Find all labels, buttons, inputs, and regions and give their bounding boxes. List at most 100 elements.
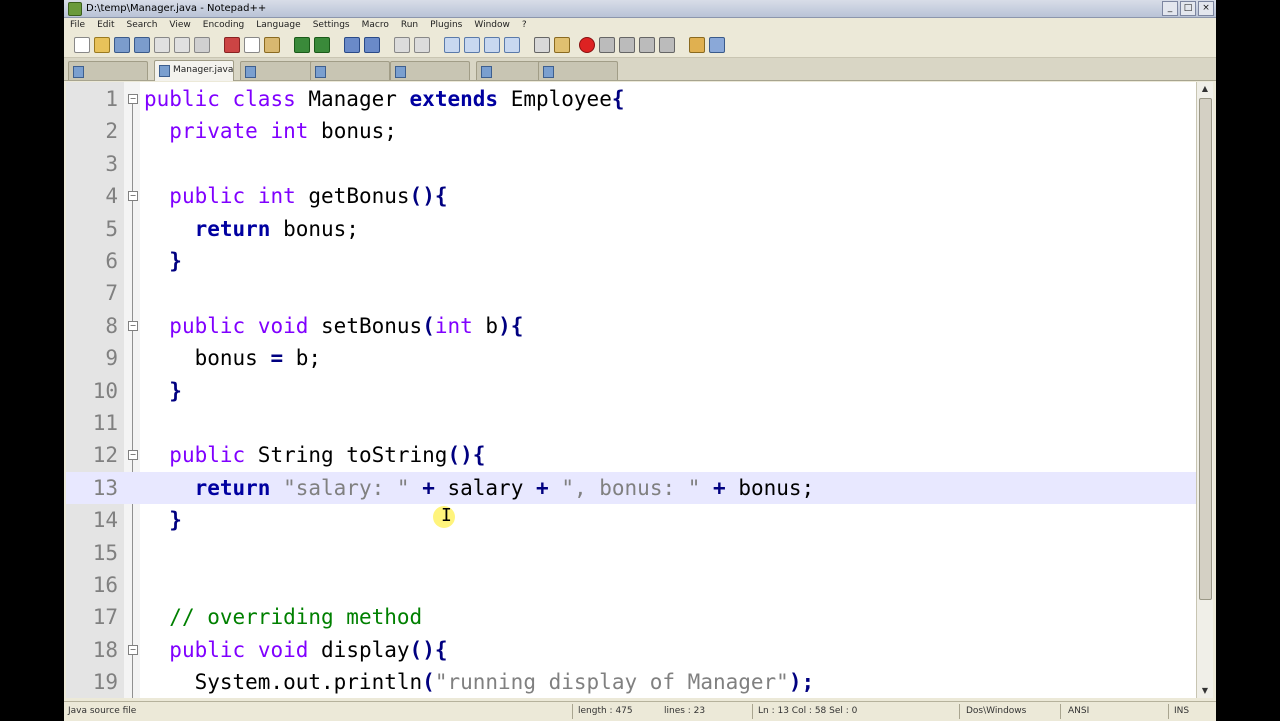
replace-icon[interactable] <box>364 37 380 53</box>
close-all-icon[interactable] <box>174 37 190 53</box>
run-macro-multiple-icon[interactable] <box>639 37 655 53</box>
code-line[interactable]: 2 private int bonus; <box>66 115 1196 147</box>
code-string: "running display of Manager" <box>434 670 789 695</box>
stop-macro-icon[interactable] <box>599 37 615 53</box>
save-macro-icon[interactable] <box>659 37 675 53</box>
tab-document-7[interactable] <box>538 61 618 80</box>
code-line[interactable]: 1− public class Manager extends Employee{ <box>66 83 1196 115</box>
menu-search[interactable]: Search <box>121 18 164 32</box>
print-icon[interactable] <box>194 37 210 53</box>
user-language-icon[interactable] <box>534 37 550 53</box>
code-token: ( <box>422 313 435 338</box>
fold-toggle-icon[interactable]: − <box>128 191 138 202</box>
menu-macro[interactable]: Macro <box>356 18 395 32</box>
menu-window[interactable]: Window <box>468 18 516 32</box>
code-line[interactable]: 14 } <box>66 504 1196 536</box>
redo-icon[interactable] <box>314 37 330 53</box>
plugin-icon[interactable] <box>709 37 725 53</box>
menu-encoding[interactable]: Encoding <box>197 18 250 32</box>
tab-document-1[interactable] <box>68 61 148 80</box>
code-line[interactable]: 7 <box>66 277 1196 309</box>
doc-map-icon[interactable] <box>554 37 570 53</box>
tab-document-4[interactable] <box>310 61 390 80</box>
code-line[interactable]: 3 <box>66 148 1196 180</box>
code-line[interactable]: 6 } <box>66 245 1196 277</box>
open-file-icon[interactable] <box>94 37 110 53</box>
menu-run[interactable]: Run <box>395 18 424 32</box>
line-number: 7 <box>105 281 118 306</box>
code-token: = <box>270 346 284 371</box>
indent-guide-icon[interactable] <box>504 37 520 53</box>
code-line[interactable]: 10 } <box>66 375 1196 407</box>
menu-plugins[interactable]: Plugins <box>424 18 468 32</box>
code-line[interactable]: 18− public void display(){ <box>66 634 1196 666</box>
new-file-icon[interactable] <box>74 37 90 53</box>
tab-manager-java[interactable]: Manager.java <box>154 60 234 81</box>
code-string: "salary: " <box>283 475 410 500</box>
menu-file[interactable]: File <box>64 18 91 32</box>
fold-toggle-icon[interactable]: − <box>128 644 138 655</box>
code-line[interactable]: 4− public int getBonus(){ <box>66 180 1196 212</box>
fold-toggle-icon[interactable]: − <box>128 450 138 461</box>
code-line[interactable]: 9 bonus = b; <box>66 342 1196 374</box>
code-line[interactable]: 8− public void setBonus(int b){ <box>66 310 1196 342</box>
menu-help[interactable]: ? <box>516 18 533 32</box>
vertical-scrollbar[interactable]: ▲ ▼ <box>1196 82 1213 698</box>
line-number: 9 <box>105 346 118 371</box>
title-bar[interactable]: D:\temp\Manager.java - Notepad++ _ □ × <box>64 0 1216 18</box>
scroll-up-arrow-icon[interactable]: ▲ <box>1197 82 1213 96</box>
sync-scroll-icon[interactable] <box>444 37 460 53</box>
close-file-icon[interactable] <box>154 37 170 53</box>
line-number: 18 <box>92 637 118 662</box>
status-bar: Java source file length : 475 lines : 23… <box>64 701 1216 721</box>
zoom-in-icon[interactable] <box>394 37 410 53</box>
code-text: private int bonus; <box>144 115 397 147</box>
menu-settings[interactable]: Settings <box>307 18 356 32</box>
menu-view[interactable]: View <box>163 18 196 32</box>
scroll-down-arrow-icon[interactable]: ▼ <box>1197 684 1213 698</box>
code-line[interactable]: 13 return "salary: " + salary + ", bonus… <box>66 471 1196 505</box>
fold-toggle-icon[interactable]: − <box>128 94 138 104</box>
show-all-chars-icon[interactable] <box>484 37 500 53</box>
code-editor[interactable]: 1− public class Manager extends Employee{… <box>66 82 1196 698</box>
code-line[interactable]: 5 return bonus; <box>66 213 1196 245</box>
menu-language[interactable]: Language <box>250 18 306 32</box>
menu-edit[interactable]: Edit <box>91 18 120 32</box>
cut-icon[interactable] <box>224 37 240 53</box>
scrollbar-thumb[interactable] <box>1199 98 1212 600</box>
status-encoding: ANSI <box>1068 706 1090 716</box>
save-all-icon[interactable] <box>134 37 150 53</box>
save-icon[interactable] <box>114 37 130 53</box>
tab-document-5[interactable] <box>390 61 470 80</box>
run-icon[interactable] <box>689 37 705 53</box>
code-token: bonus; <box>270 216 359 241</box>
code-text: return "salary: " + salary + ", bonus: "… <box>144 472 815 504</box>
play-macro-icon[interactable] <box>619 37 635 53</box>
code-line[interactable]: 16 <box>66 569 1196 601</box>
tab-document-3[interactable] <box>240 61 320 80</box>
undo-icon[interactable] <box>294 37 310 53</box>
zoom-out-icon[interactable] <box>414 37 430 53</box>
code-token: public <box>169 184 246 209</box>
code-line[interactable]: 11 <box>66 407 1196 439</box>
code-line[interactable]: 15 <box>66 537 1196 569</box>
code-token: ){ <box>498 313 524 338</box>
code-line[interactable]: 17 // overriding method <box>66 601 1196 633</box>
minimize-button[interactable]: _ <box>1162 1 1178 16</box>
maximize-button[interactable]: □ <box>1180 1 1196 16</box>
paste-icon[interactable] <box>264 37 280 53</box>
close-button[interactable]: × <box>1198 1 1214 16</box>
copy-icon[interactable] <box>244 37 260 53</box>
word-wrap-icon[interactable] <box>464 37 480 53</box>
find-icon[interactable] <box>344 37 360 53</box>
record-macro-icon[interactable] <box>579 37 595 53</box>
code-line[interactable]: 19 System.out.println("running display o… <box>66 666 1196 698</box>
code-token: void <box>257 313 309 338</box>
code-line[interactable]: 12− public String toString(){ <box>66 439 1196 471</box>
code-string: ", bonus: " <box>561 475 701 500</box>
fold-toggle-icon[interactable]: − <box>128 320 138 331</box>
code-token: ( <box>422 670 435 695</box>
